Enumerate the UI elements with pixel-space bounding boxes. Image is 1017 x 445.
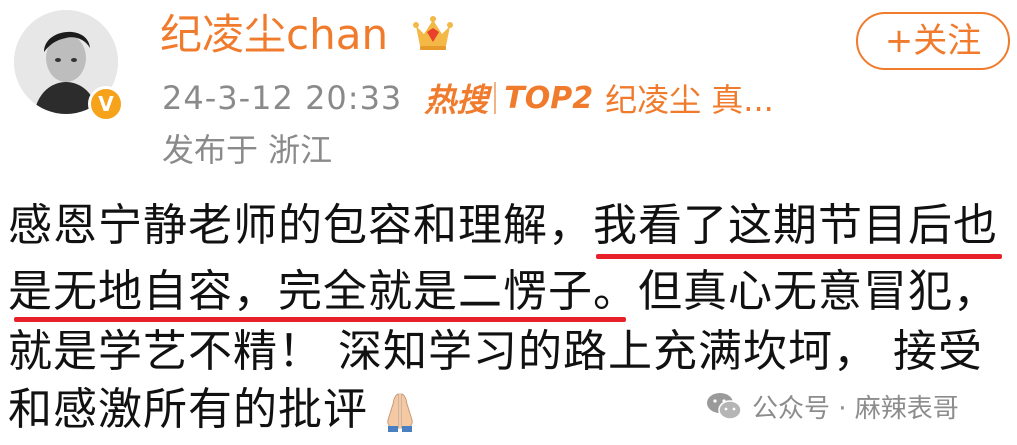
post-text-segment: 感恩宁静老师的包容和理解， [8, 200, 593, 251]
post-text-segment: 。但真心无意冒犯， [593, 266, 998, 317]
crown-vip-icon [413, 16, 453, 50]
post-text-highlighted: 我看了这期节目后也 [593, 200, 998, 251]
post-text-highlighted: 是无地自容，完全就是二愣子 [8, 266, 593, 317]
post-location: 发布于 浙江 [162, 131, 333, 169]
top-rank-label[interactable]: TOP2 [504, 81, 593, 116]
meta-divider [494, 82, 497, 114]
post-text-line-1: 感恩宁静老师的包容和理解，我看了这期节目后也 [8, 196, 998, 256]
timestamp: 24-3-12 20:33 [162, 79, 403, 117]
wechat-icon [707, 393, 742, 420]
watermark-text: 公众号 · 麻辣表哥 [752, 393, 959, 424]
post-text-segment: 和感激所有的批评 [8, 384, 368, 435]
watermark: 公众号 · 麻辣表哥 [706, 386, 959, 426]
folded-hands-emoji-icon [387, 393, 413, 432]
verified-badge-icon: V [88, 86, 124, 122]
post-text-line-4: 和感激所有的批评 [8, 380, 422, 440]
hot-topic-link[interactable]: 纪凌尘 真... [605, 75, 774, 121]
username[interactable]: 纪凌尘chan [160, 6, 388, 64]
follow-button[interactable]: +关注 [856, 12, 1010, 70]
red-underline [596, 254, 1002, 259]
post-text-line-2: 是无地自容，完全就是二愣子。但真心无意冒犯， [8, 262, 998, 322]
post-text-line-3: 就是学艺不精！ 深知学习的路上充满坎坷， 接受 [8, 326, 983, 377]
post-meta: 24-3-12 20:33 热搜 TOP2 纪凌尘 真... [162, 76, 774, 120]
hot-search-label[interactable]: 热搜 [424, 75, 488, 121]
